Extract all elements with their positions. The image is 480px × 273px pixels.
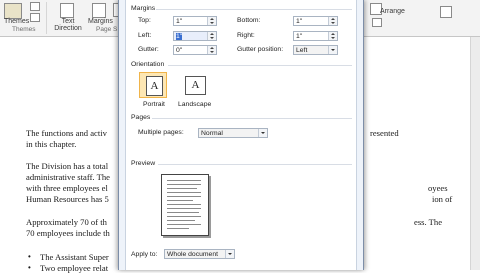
bullet-icon: • [28,252,31,261]
gutter-position-select[interactable]: Left [293,45,338,55]
text-direction-icon[interactable] [60,3,74,18]
section-divider [168,65,352,66]
portrait-option[interactable]: A [139,72,167,98]
bottom-margin-label: Bottom: [237,17,261,24]
list-item: The Assistant Super [40,252,109,262]
spinner-icon[interactable] [207,32,216,40]
arrange-icon-2[interactable] [372,18,382,27]
spinner-icon[interactable] [328,32,337,40]
doc-line-right: ion of [432,194,453,204]
chevron-down-icon[interactable] [258,129,267,137]
page-preview [161,174,209,236]
section-divider [158,164,352,165]
doc-line: in this chapter. [26,139,77,149]
arrange-group-label: Arrange [380,8,405,15]
doc-line: The functions and activ [26,128,107,138]
themes-icon[interactable] [4,3,22,19]
gutter-position-label: Gutter position: [237,46,284,53]
doc-line-right: ess. The [414,217,443,227]
ribbon-separator [46,2,47,34]
doc-line-right: resented [370,128,399,138]
gutter-input[interactable]: 0" [173,45,217,55]
landscape-page-icon: A [185,76,206,95]
vertical-scrollbar[interactable] [470,37,480,270]
doc-line: with three employees el [26,183,108,193]
left-margin-input[interactable]: 1" [173,31,217,41]
right-margin-input[interactable]: 1" [293,31,338,41]
multiple-pages-label: Multiple pages: [138,129,184,136]
section-divider [156,9,352,10]
chevron-down-icon[interactable] [225,250,234,258]
doc-line: administrative staff. The [26,172,110,182]
doc-line: Approximately 70 of th [26,217,107,227]
spinner-icon[interactable] [207,17,216,25]
landscape-option[interactable]: A [181,72,209,98]
page-setup-group-label: Page S [96,26,118,33]
pages-section-title: Pages [131,114,151,121]
orientation-section-title: Orientation [131,61,165,68]
apply-to-select[interactable]: Whole document [164,249,235,259]
doc-line: 70 employees include th [26,228,110,238]
doc-line-right: oyees [428,183,448,193]
list-item: Two employee relat [40,263,109,273]
spinner-icon[interactable] [207,46,216,54]
theme-fonts-icon[interactable] [30,13,40,22]
doc-line: Human Resources has 5 [26,194,109,204]
portrait-page-icon: A [146,76,163,96]
section-divider [152,118,352,119]
spinner-icon[interactable] [328,17,337,25]
portrait-label[interactable]: Portrait [143,101,165,108]
themes-button-label[interactable]: Themes [4,18,29,25]
doc-line: The Division has a total [26,161,109,171]
multiple-pages-select[interactable]: Normal [198,128,268,138]
preview-section-title: Preview [131,160,156,167]
group-objects-icon[interactable] [440,6,452,18]
landscape-label[interactable]: Landscape [178,101,211,108]
chevron-down-icon[interactable] [328,46,337,54]
left-margin-label: Left: [138,32,152,39]
themes-group-label: Themes [12,26,36,33]
margins-button-label[interactable]: Margins [88,18,113,25]
bullet-icon: • [28,263,31,272]
theme-colors-icon[interactable] [30,2,40,11]
top-margin-input[interactable]: 1" [173,16,217,26]
right-margin-label: Right: [237,32,255,39]
margins-section-title: Margins [131,5,156,12]
bottom-margin-input[interactable]: 1" [293,16,338,26]
apply-to-label: Apply to: [131,251,158,258]
gutter-label: Gutter: [138,46,159,53]
text-direction-button-label[interactable]: Text Direction [52,18,84,32]
top-margin-label: Top: [138,17,151,24]
margins-icon[interactable] [92,3,106,18]
